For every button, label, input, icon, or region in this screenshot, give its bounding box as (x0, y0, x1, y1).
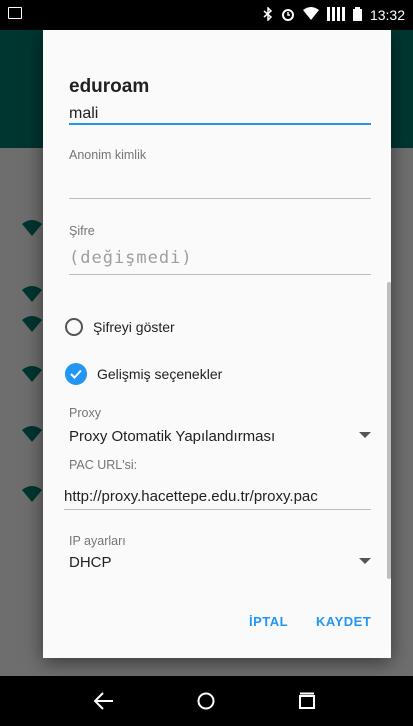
advanced-options-label: Gelişmiş seçenekler (97, 366, 223, 382)
back-button[interactable] (74, 676, 134, 726)
clock: 13:32 (369, 7, 405, 23)
bluetooth-icon (263, 5, 273, 24)
proxy-value: Proxy Otomatik Yapılandırması (69, 428, 276, 445)
signal-icon (326, 6, 345, 24)
show-password-checkbox[interactable]: Şifreyi göster (65, 318, 175, 336)
pac-url-input[interactable]: http://proxy.hacettepe.edu.tr/proxy.pac (64, 488, 318, 505)
status-icons: 13:32 (263, 0, 405, 30)
checked-box-icon (65, 363, 87, 385)
ip-settings-select[interactable]: DHCP (69, 554, 371, 571)
image-notification-icon (8, 7, 22, 19)
recents-icon (299, 692, 315, 709)
navigation-bar (0, 676, 413, 726)
dialog-scrollbar[interactable] (387, 282, 391, 579)
show-password-label: Şifreyi göster (93, 319, 175, 335)
wifi-network-dialog: eduroam mali Anonim kimlik Şifre (değişm… (43, 30, 391, 658)
advanced-options-checkbox[interactable]: Gelişmiş seçenekler (65, 363, 222, 385)
home-button[interactable] (176, 676, 236, 726)
proxy-label: Proxy (69, 406, 101, 420)
password-underline (69, 274, 371, 275)
pac-url-underline (64, 509, 371, 510)
password-input[interactable]: (değişmedi) (69, 248, 193, 268)
recents-button[interactable] (277, 676, 337, 726)
back-icon (94, 692, 113, 710)
alarm-icon (281, 7, 295, 24)
dialog-title: eduroam (69, 76, 150, 97)
pac-url-label: PAC URL'si: (69, 458, 138, 472)
battery-icon (352, 6, 362, 24)
save-button[interactable]: KAYDET (316, 614, 371, 629)
identity-input-underline (69, 123, 371, 125)
anonymous-identity-underline (69, 198, 371, 199)
ip-settings-value: DHCP (69, 554, 112, 571)
wifi-icon (302, 7, 319, 23)
unchecked-box-icon (65, 318, 83, 336)
dropdown-arrow-icon (359, 558, 371, 564)
identity-input[interactable]: mali (69, 105, 98, 123)
status-bar: 13:32 (0, 0, 413, 30)
proxy-select[interactable]: Proxy Otomatik Yapılandırması (69, 428, 371, 445)
cancel-button[interactable]: İPTAL (249, 614, 288, 629)
home-icon (197, 692, 215, 710)
anonymous-identity-label: Anonim kimlik (69, 148, 147, 162)
password-label: Şifre (69, 224, 95, 238)
ip-settings-label: IP ayarları (69, 534, 126, 548)
dropdown-arrow-icon (359, 432, 371, 438)
